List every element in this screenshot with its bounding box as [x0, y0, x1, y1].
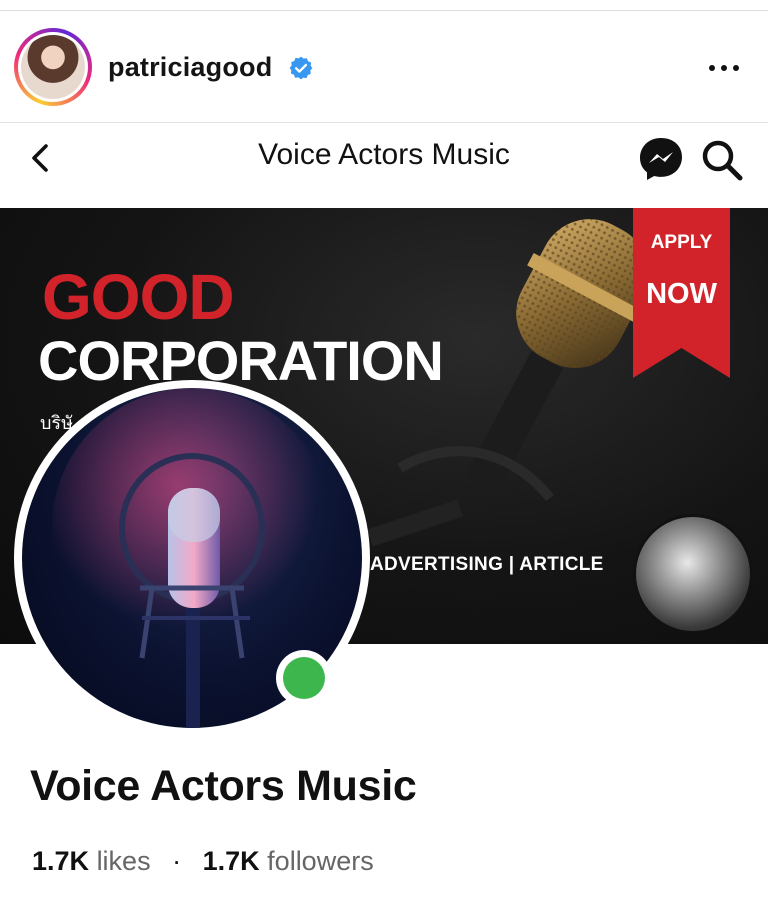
verified-badge-icon — [289, 56, 313, 80]
messenger-icon[interactable] — [636, 134, 686, 184]
likes-count: 1.7K — [32, 846, 90, 876]
cover-microphone-image — [367, 219, 649, 547]
apply-now-ribbon: APPLY NOW — [633, 208, 730, 378]
followers-count: 1.7K — [202, 846, 260, 876]
more-options-icon[interactable] — [704, 58, 744, 78]
page-name: Voice Actors Music — [30, 762, 417, 810]
cover-headline-red: GOOD — [42, 261, 235, 333]
cover-badge-image — [633, 514, 753, 634]
search-icon[interactable] — [698, 136, 746, 184]
online-status-indicator — [276, 650, 332, 706]
page-nav-bar: Voice Actors Music — [0, 124, 768, 208]
cover-tagline: ADVERTISING | ARTICLE — [370, 554, 604, 575]
ribbon-text-now: NOW — [646, 278, 717, 310]
post-header: patriciagood — [0, 22, 768, 112]
top-divider — [0, 10, 768, 11]
likes-label[interactable]: likes — [97, 846, 151, 876]
avatar-photo — [21, 35, 85, 99]
followers-label[interactable]: followers — [267, 846, 374, 876]
content-divider — [0, 122, 768, 123]
stats-separator: · — [172, 846, 182, 876]
username[interactable]: patriciagood — [108, 52, 272, 83]
page-stats: 1.7K likes · 1.7K followers — [32, 846, 374, 877]
user-avatar[interactable] — [14, 28, 92, 106]
ribbon-text-apply: APPLY — [650, 232, 713, 253]
cover-headline-white: CORPORATION — [38, 329, 444, 392]
